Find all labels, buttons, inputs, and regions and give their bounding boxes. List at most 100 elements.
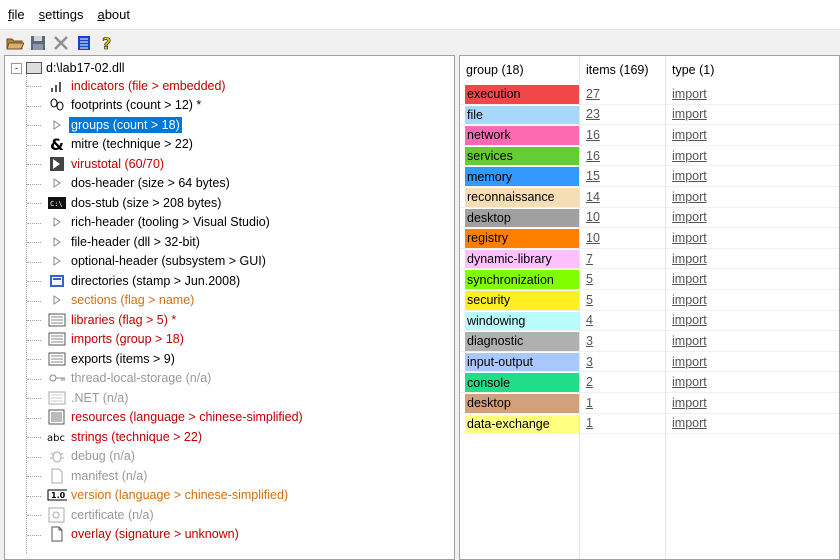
header-group[interactable]: group (18) [460,56,580,84]
cell-items-link[interactable]: 10 [580,207,666,229]
tree-item-label: version (language > chinese-simplified) [71,488,289,503]
cell-type-link[interactable]: import [666,311,839,332]
tree-item-manifest[interactable]: manifest (n/a) [47,466,149,486]
table-row[interactable]: diagnostic 3 import [460,331,839,352]
open-folder-icon[interactable] [4,32,26,54]
tree-item-libraries[interactable]: libraries (flag > 5) * [47,310,178,330]
menu-settings[interactable]: settings [37,5,86,24]
table-row[interactable]: security 5 import [460,290,839,311]
tree-item-dos-header[interactable]: dos-header (size > 64 bytes) [47,174,232,194]
close-icon[interactable] [50,32,72,54]
table-row[interactable]: execution 27 import [460,84,839,105]
table-row[interactable]: reconnaissance 14 import [460,187,839,208]
cell-items-link[interactable]: 1 [580,393,666,414]
table-row[interactable]: windowing 4 import [460,310,839,332]
cell-items-link[interactable]: 16 [580,145,666,167]
cell-type-link[interactable]: import [666,393,839,414]
table-row[interactable]: console 2 import [460,372,839,393]
cell-items-link[interactable]: 5 [580,269,666,290]
cell-type-link[interactable]: import [666,125,839,146]
cell-items-link[interactable]: 2 [580,372,666,393]
tree-item-mitre[interactable]: & mitre (technique > 22) [47,135,195,155]
cell-type-link[interactable]: import [666,187,839,208]
cell-type-link[interactable]: import [666,84,839,105]
tree-item-footprints[interactable]: footprints (count > 12) * [47,96,203,116]
table-row[interactable]: desktop 1 import [460,393,839,414]
cell-group: services [460,145,580,167]
header-type[interactable]: type (1) [666,56,839,84]
group-color-chip: execution [465,85,579,104]
tree-item-exports[interactable]: exports (items > 9) [47,349,177,369]
libraries-icon [47,312,67,328]
cell-items-link[interactable]: 23 [580,104,666,126]
tree-item-virustotal[interactable]: virustotal (60/70) [47,154,166,174]
tree-item-certificate[interactable]: certificate (n/a) [47,505,156,525]
svg-text:abc: abc [47,433,65,444]
header-items[interactable]: items (169) [580,56,666,84]
cell-type-link[interactable]: import [666,228,839,249]
cell-items-link[interactable]: 15 [580,166,666,187]
svg-text:&: & [50,136,64,152]
tree-item-debug[interactable]: debug (n/a) [47,447,137,467]
help-icon[interactable]: ? [96,32,118,54]
cell-items-link[interactable]: 7 [580,248,666,270]
tree-item-rich-header[interactable]: rich-header (tooling > Visual Studio) [47,213,272,233]
tree-item-file-header[interactable]: file-header (dll > 32-bit) [47,232,202,252]
cell-type-link[interactable]: import [666,290,839,311]
cell-items-link[interactable]: 27 [580,84,666,105]
tree-item-resources[interactable]: resources (language > chinese-simplified… [47,408,305,428]
tree-item-tls[interactable]: thread-local-storage (n/a) [47,369,213,389]
table-row[interactable]: services 16 import [460,145,839,167]
tree-item-label: exports (items > 9) [71,351,175,366]
cell-items-link[interactable]: 1 [580,413,666,435]
table-row[interactable]: synchronization 5 import [460,269,839,290]
cell-type-link[interactable]: import [666,331,839,352]
table-row[interactable]: data-exchange 1 import [460,413,839,435]
cell-items-link[interactable]: 16 [580,125,666,146]
save-icon[interactable] [27,32,49,54]
cell-type-link[interactable]: import [666,166,839,187]
tree-panel[interactable]: - d:\lab17-02.dll indicators (file > embed… [4,55,455,560]
cell-type-link[interactable]: import [666,269,839,290]
groups-table[interactable]: group (18) items (169) type (1) execution 27… [459,55,840,560]
tree-item-label: directories (stamp > Jun.2008) [71,273,241,288]
tree-item-label: imports (group > 18) [71,332,184,347]
tree-item-optional-header[interactable]: optional-header (subsystem > GUI) [47,252,268,272]
collapse-icon[interactable]: - [11,62,22,74]
tree-item-dotnet[interactable]: .NET (n/a) [47,388,130,408]
table-row[interactable]: input-output 3 import [460,351,839,373]
cell-items-link[interactable]: 5 [580,290,666,311]
table-row[interactable]: dynamic-library 7 import [460,248,839,270]
table-row[interactable]: file 23 import [460,104,839,126]
tree-item-version[interactable]: 1.0 version (language > chinese-simplifie… [47,486,290,506]
tree-item-groups[interactable]: groups (count > 18) [47,115,183,135]
table-row[interactable]: registry 10 import [460,228,839,249]
cell-type-link[interactable]: import [666,208,839,229]
table-row[interactable]: desktop 10 import [460,207,839,229]
cell-type-link[interactable]: import [666,414,839,435]
cell-items-link[interactable]: 14 [580,187,666,208]
tree-item-dos-stub[interactable]: C:\ dos-stub (size > 208 bytes) [47,193,223,213]
menu-about[interactable]: about [95,5,132,24]
tree-item-strings[interactable]: abc strings (technique > 22) [47,427,204,447]
tree-root[interactable]: - d:\lab17-02.dll [11,59,125,77]
notepad-icon[interactable] [73,32,95,54]
table-row[interactable]: network 16 import [460,125,839,146]
cell-type-link[interactable]: import [666,352,839,373]
cell-items-link[interactable]: 3 [580,331,666,352]
cell-type-link[interactable]: import [666,249,839,270]
strings-icon: abc [47,429,67,445]
tree-item-overlay[interactable]: overlay (signature > unknown) [47,525,241,545]
cell-type-link[interactable]: import [666,146,839,167]
menu-file[interactable]: file [6,5,27,24]
cell-type-link[interactable]: import [666,105,839,126]
tree-item-imports[interactable]: imports (group > 18) [47,330,186,350]
tree-item-sections[interactable]: sections (flag > name) [47,291,196,311]
cell-items-link[interactable]: 10 [580,228,666,249]
cell-type-link[interactable]: import [666,372,839,393]
tree-item-directories[interactable]: directories (stamp > Jun.2008) [47,271,242,291]
table-row[interactable]: memory 15 import [460,166,839,187]
tree-item-indicators[interactable]: indicators (file > embedded) [47,76,228,96]
cell-items-link[interactable]: 4 [580,310,666,332]
cell-items-link[interactable]: 3 [580,351,666,373]
